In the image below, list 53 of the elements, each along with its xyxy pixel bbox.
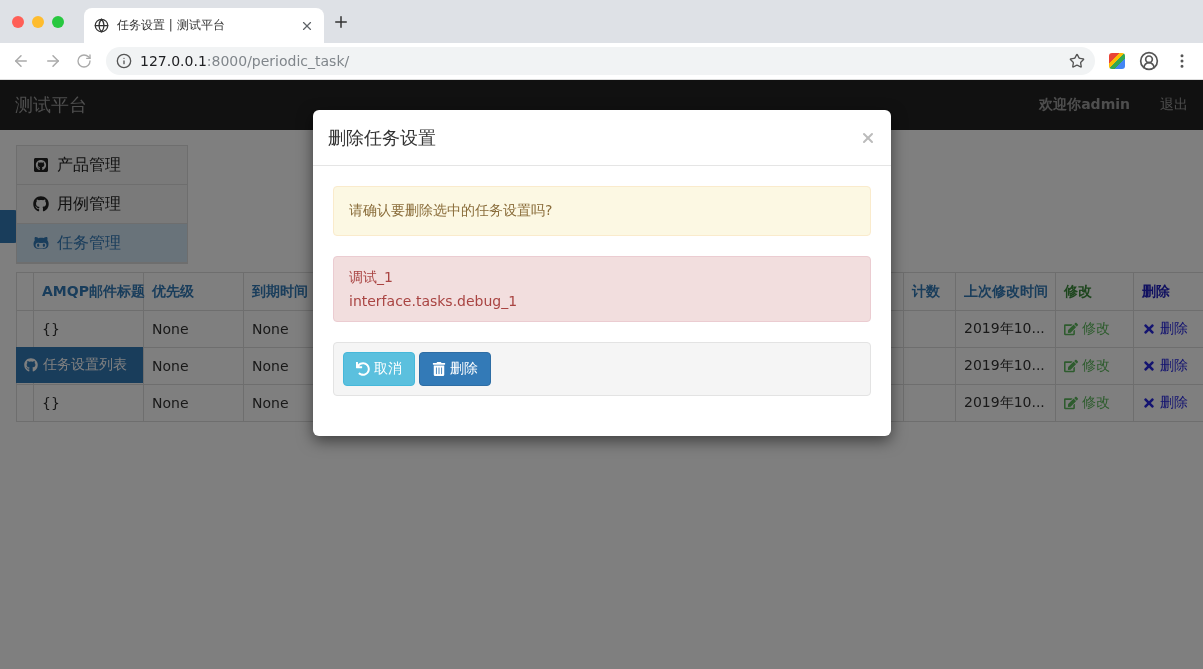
browser-tab[interactable]: 任务设置 | 测试平台 xyxy=(84,8,324,43)
star-icon[interactable] xyxy=(1069,53,1085,69)
table-cell: {} xyxy=(42,321,60,337)
table-cell: None xyxy=(252,358,289,374)
github-icon xyxy=(24,358,38,372)
address-bar[interactable]: 127.0.0.1:8000/periodic_task/ xyxy=(106,47,1095,75)
logout-link[interactable]: 退出 xyxy=(1160,96,1188,114)
edit-icon xyxy=(1064,321,1078,336)
globe-icon xyxy=(94,18,109,33)
brand-title: 测试平台 xyxy=(15,93,88,117)
edit-icon xyxy=(1064,395,1078,410)
edit-icon xyxy=(1064,358,1078,373)
extension-icon[interactable] xyxy=(1109,53,1125,69)
task-name: 调试_1 xyxy=(349,269,394,287)
table-cell: None xyxy=(152,321,189,337)
back-icon[interactable] xyxy=(12,52,30,70)
url-text: 127.0.0.1:8000/periodic_task/ xyxy=(140,53,351,69)
close-icon xyxy=(1142,358,1156,373)
column-header: 计数 xyxy=(903,272,956,311)
close-icon xyxy=(1142,395,1156,410)
column-header: 删除 xyxy=(1133,272,1203,311)
trash-icon xyxy=(432,362,446,376)
table-cell: 2019年10... xyxy=(964,394,1045,410)
warning-message: 请确认要删除选中的任务设置吗? xyxy=(333,186,871,236)
tab-title: 任务设置 | 测试平台 xyxy=(117,17,226,34)
table-cell: 2019年10... xyxy=(964,357,1045,373)
close-icon xyxy=(1142,321,1156,336)
table-cell: None xyxy=(152,358,189,374)
column-header: AMQP邮件标题 xyxy=(33,272,144,311)
column-header: 优先级 xyxy=(143,272,244,311)
welcome-link[interactable]: 欢迎你admin xyxy=(1039,96,1130,114)
column-header: 修改 xyxy=(1055,272,1134,311)
cancel-button[interactable]: 取消 xyxy=(343,352,415,386)
task-name: interface.tasks.debug_1 xyxy=(349,293,519,309)
delete-button[interactable]: 删除 xyxy=(419,352,491,386)
maximize-window-button[interactable] xyxy=(52,15,64,28)
undo-icon xyxy=(356,362,370,376)
info-icon xyxy=(116,53,132,69)
table-cell: None xyxy=(252,321,289,337)
cat-face-icon xyxy=(33,235,49,251)
forward-icon[interactable] xyxy=(44,52,62,70)
close-window-button[interactable] xyxy=(12,15,24,28)
table-cell: None xyxy=(152,395,189,411)
github-icon xyxy=(33,196,49,212)
dialog-title: 删除任务设置 xyxy=(328,125,437,150)
profile-icon[interactable] xyxy=(1139,51,1159,71)
table-cell: None xyxy=(252,395,289,411)
menu-item[interactable]: 任务管理 xyxy=(17,224,187,263)
submenu-item[interactable]: 任务设置列表 xyxy=(16,347,143,383)
table-cell: {} xyxy=(42,395,60,411)
table-cell: 2019年10... xyxy=(964,320,1045,336)
column-header: 上次修改时间 xyxy=(955,272,1056,311)
reload-icon[interactable] xyxy=(76,53,92,69)
